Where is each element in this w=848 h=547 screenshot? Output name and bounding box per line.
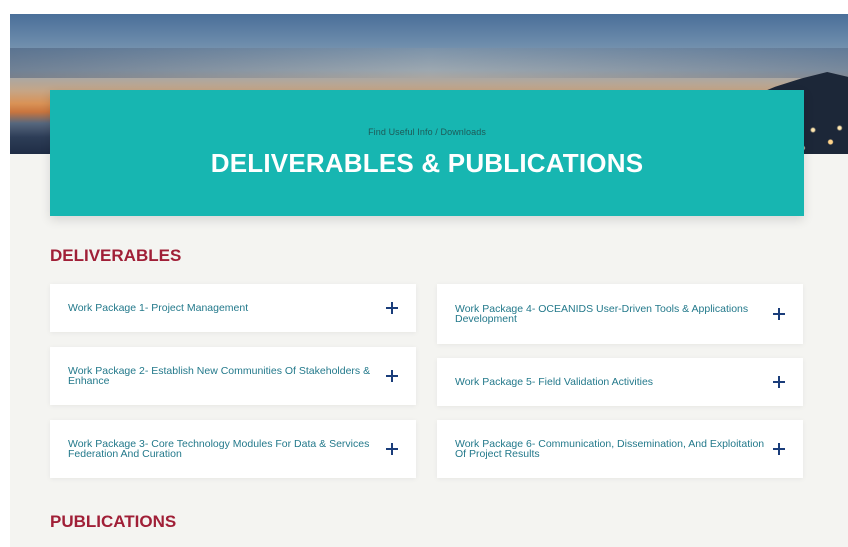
- page-title: DELIVERABLES & PUBLICATIONS: [210, 148, 644, 178]
- title-banner: Find Useful Info / Downloads DELIVERABLE…: [50, 90, 804, 216]
- accordion-label: Work Package 1- Project Management: [68, 301, 249, 314]
- accordion-wp5[interactable]: Work Package 5- Field Validation Activit…: [437, 358, 803, 406]
- accordion-wp1[interactable]: Work Package 1- Project Management: [50, 284, 416, 332]
- accordion-wp2[interactable]: Work Package 2- Establish New Communitie…: [50, 347, 416, 405]
- accordion-label: Work Package 6- Communication, Dissemina…: [455, 437, 765, 460]
- accordion-label: Work Package 2- Establish New Communitie…: [68, 364, 371, 387]
- accordion-wp4[interactable]: Work Package 4- OCEANIDS User-Driven Too…: [437, 284, 803, 344]
- deliverables-heading: DELIVERABLES: [50, 246, 182, 265]
- accordion-label: Work Package 3- Core Technology Modules …: [68, 437, 370, 460]
- accordion-label: Work Package 4- OCEANIDS User-Driven Too…: [455, 302, 749, 325]
- plus-icon[interactable]: [386, 302, 398, 314]
- accordion-label: Work Package 5- Field Validation Activit…: [455, 375, 654, 388]
- plus-icon[interactable]: [386, 370, 398, 382]
- plus-icon[interactable]: [773, 443, 785, 455]
- breadcrumb: Find Useful Info / Downloads: [368, 127, 486, 137]
- plus-icon[interactable]: [386, 443, 398, 455]
- plus-icon[interactable]: [773, 308, 785, 320]
- accordion-wp6[interactable]: Work Package 6- Communication, Dissemina…: [437, 420, 803, 478]
- accordion-wp3[interactable]: Work Package 3- Core Technology Modules …: [50, 420, 416, 478]
- page: Find Useful Info / Downloads DELIVERABLE…: [10, 14, 848, 547]
- publications-heading: PUBLICATIONS: [50, 512, 177, 531]
- plus-icon[interactable]: [773, 376, 785, 388]
